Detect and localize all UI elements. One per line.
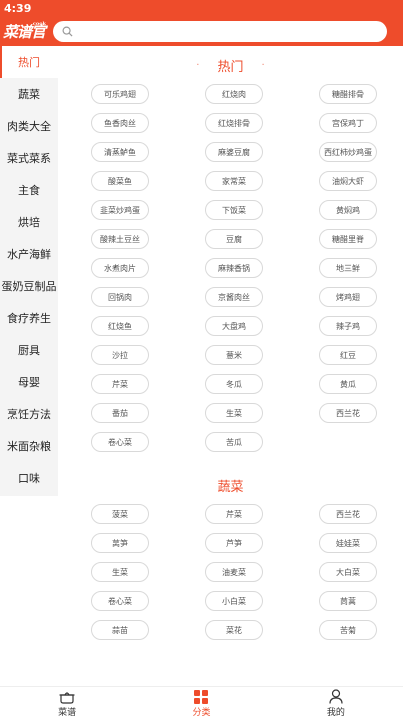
app-header: 菜谱官 cook — [0, 17, 403, 46]
tag-chip[interactable]: 小白菜 — [205, 591, 263, 611]
tag-chip[interactable]: 糖醋里脊 — [319, 229, 377, 249]
tag-chip[interactable]: 生菜 — [91, 562, 149, 582]
tag-grid: 可乐鸡翅 红烧肉 糖醋排骨鱼香肉丝 红烧排骨 宫保鸡丁清蒸鲈鱼 麻婆豆腐 西红柿炒鸡蛋酸菜鱼… — [58, 84, 403, 452]
sidebar-item[interactable]: 菜式菜系 — [0, 142, 58, 174]
tag-chip[interactable]: 红烧鱼 — [91, 316, 149, 336]
tag-chip[interactable]: 卷心菜 — [91, 432, 149, 452]
section-title: · 热门 · — [58, 46, 403, 84]
search-input[interactable] — [79, 25, 359, 38]
sidebar-item[interactable]: 烹饪方法 — [0, 398, 58, 430]
tag-chip[interactable]: 麻辣香锅 — [205, 258, 263, 278]
tag-chip[interactable]: 芹菜 — [91, 374, 149, 394]
sidebar-item[interactable]: 肉类大全 — [0, 110, 58, 142]
tag-chip[interactable]: 红烧肉 — [205, 84, 263, 104]
title-dot-left: · — [196, 59, 200, 71]
tag-chip[interactable]: 黄瓜 — [319, 374, 377, 394]
grid-icon — [194, 689, 209, 704]
tag-chip[interactable]: 西兰花 — [319, 504, 377, 524]
tag-chip[interactable]: 西兰花 — [319, 403, 377, 423]
tag-chip[interactable]: 大盘鸡 — [205, 316, 263, 336]
app-logo: 菜谱官 cook — [0, 17, 48, 46]
tab-categories-label: 分类 — [192, 707, 211, 718]
tag-chip[interactable]: 韭菜炒鸡蛋 — [91, 200, 149, 220]
tag-chip[interactable]: 红豆 — [319, 345, 377, 365]
tag-chip[interactable]: 清蒸鲈鱼 — [91, 142, 149, 162]
section-title: 蔬菜 — [58, 466, 403, 504]
sidebar-item[interactable]: 米面杂粮 — [0, 430, 58, 462]
sidebar-item[interactable]: 母婴 — [0, 366, 58, 398]
tab-recipes-label: 菜谱 — [58, 707, 77, 718]
tag-chip[interactable]: 生菜 — [205, 403, 263, 423]
tag-chip[interactable]: 宫保鸡丁 — [319, 113, 377, 133]
tag-chip[interactable]: 糖醋排骨 — [319, 84, 377, 104]
tag-chip[interactable]: 黄焖鸡 — [319, 200, 377, 220]
sidebar-item[interactable]: 厨具 — [0, 334, 58, 366]
search-bar[interactable] — [53, 21, 387, 42]
tag-chip[interactable]: 京酱肉丝 — [205, 287, 263, 307]
user-icon — [329, 689, 343, 704]
tag-chip[interactable]: 卷心菜 — [91, 591, 149, 611]
tag-chip[interactable]: 薏米 — [205, 345, 263, 365]
sidebar-item[interactable]: 蛋奶豆制品 — [0, 270, 58, 302]
sidebar-item[interactable]: 热门 — [0, 46, 58, 78]
tab-categories[interactable]: 分类 — [134, 687, 268, 720]
tag-chip[interactable]: 地三鲜 — [319, 258, 377, 278]
tab-profile[interactable]: 我的 — [269, 687, 403, 720]
pot-icon — [59, 691, 75, 704]
tag-chip[interactable]: 菠菜 — [91, 504, 149, 524]
tag-chip[interactable]: 下饭菜 — [205, 200, 263, 220]
tag-chip[interactable]: 豆腐 — [205, 229, 263, 249]
search-icon — [62, 26, 73, 37]
tag-chip[interactable]: 烤鸡翅 — [319, 287, 377, 307]
tag-chip[interactable]: 苦菊 — [319, 620, 377, 640]
tag-chip[interactable]: 麻婆豆腐 — [205, 142, 263, 162]
section-title-text: 热门 — [217, 59, 244, 75]
tag-list: · 热门 · 可乐鸡翅 红烧肉 糖醋排骨鱼香肉丝 红烧排骨 宫保鸡丁清蒸鲈鱼 麻婆豆腐 西红柿炒鸡… — [58, 46, 403, 686]
tag-chip[interactable]: 辣子鸡 — [319, 316, 377, 336]
sidebar-item[interactable]: 食疗养生 — [0, 302, 58, 334]
tag-chip[interactable]: 红烧排骨 — [205, 113, 263, 133]
tag-chip[interactable]: 酸辣土豆丝 — [91, 229, 149, 249]
tag-chip[interactable]: 茼蒿 — [319, 591, 377, 611]
tag-chip[interactable]: 芹菜 — [205, 504, 263, 524]
tag-chip[interactable]: 菜花 — [205, 620, 263, 640]
tag-chip[interactable]: 大白菜 — [319, 562, 377, 582]
section-title-text: 蔬菜 — [217, 479, 244, 495]
bottom-tab-bar: 菜谱 分类 我的 — [0, 686, 403, 720]
logo-small-text: cook — [32, 21, 46, 27]
status-bar: 4:39 — [0, 0, 403, 17]
tag-grid: 菠菜 芹菜 西兰花莴笋 芦笋 娃娃菜生菜 油麦菜 大白菜卷心菜 小白菜 茼蒿蒜苗 菜花 苦菊 — [58, 504, 403, 640]
tag-chip[interactable]: 可乐鸡翅 — [91, 84, 149, 104]
tag-chip[interactable]: 番茄 — [91, 403, 149, 423]
sidebar-item[interactable]: 口味 — [0, 462, 58, 494]
tag-chip[interactable]: 水煮肉片 — [91, 258, 149, 278]
tag-chip[interactable]: 酸菜鱼 — [91, 171, 149, 191]
category-sidebar: 热门 蔬菜 肉类大全 菜式菜系 主食 烘培 水产海鲜 蛋奶豆制品 食疗养生 厨具 母婴 烹饪方法 米面杂… — [0, 46, 58, 496]
tag-chip[interactable]: 冬瓜 — [205, 374, 263, 394]
tag-chip[interactable]: 家常菜 — [205, 171, 263, 191]
tag-chip[interactable]: 娃娃菜 — [319, 533, 377, 553]
tag-chip[interactable]: 回锅肉 — [91, 287, 149, 307]
title-dot-right: · — [261, 59, 265, 71]
tag-chip[interactable]: 芦笋 — [205, 533, 263, 553]
tab-profile-label: 我的 — [326, 708, 345, 718]
tag-chip[interactable]: 沙拉 — [91, 345, 149, 365]
status-time: 4:39 — [4, 2, 32, 15]
tag-chip[interactable]: 西红柿炒鸡蛋 — [319, 142, 377, 162]
tag-chip[interactable]: 苦瓜 — [205, 432, 263, 452]
tag-chip[interactable]: 蒜苗 — [91, 620, 149, 640]
sidebar-item[interactable]: 水产海鲜 — [0, 238, 58, 270]
tab-recipes[interactable]: 菜谱 — [0, 687, 134, 720]
sidebar-item[interactable]: 烘培 — [0, 206, 58, 238]
tag-chip[interactable]: 油焖大虾 — [319, 171, 377, 191]
tag-chip[interactable]: 油麦菜 — [205, 562, 263, 582]
tag-chip[interactable]: 鱼香肉丝 — [91, 113, 149, 133]
sidebar-item[interactable]: 蔬菜 — [0, 78, 58, 110]
tag-chip[interactable]: 莴笋 — [91, 533, 149, 553]
sidebar-item[interactable]: 主食 — [0, 174, 58, 206]
